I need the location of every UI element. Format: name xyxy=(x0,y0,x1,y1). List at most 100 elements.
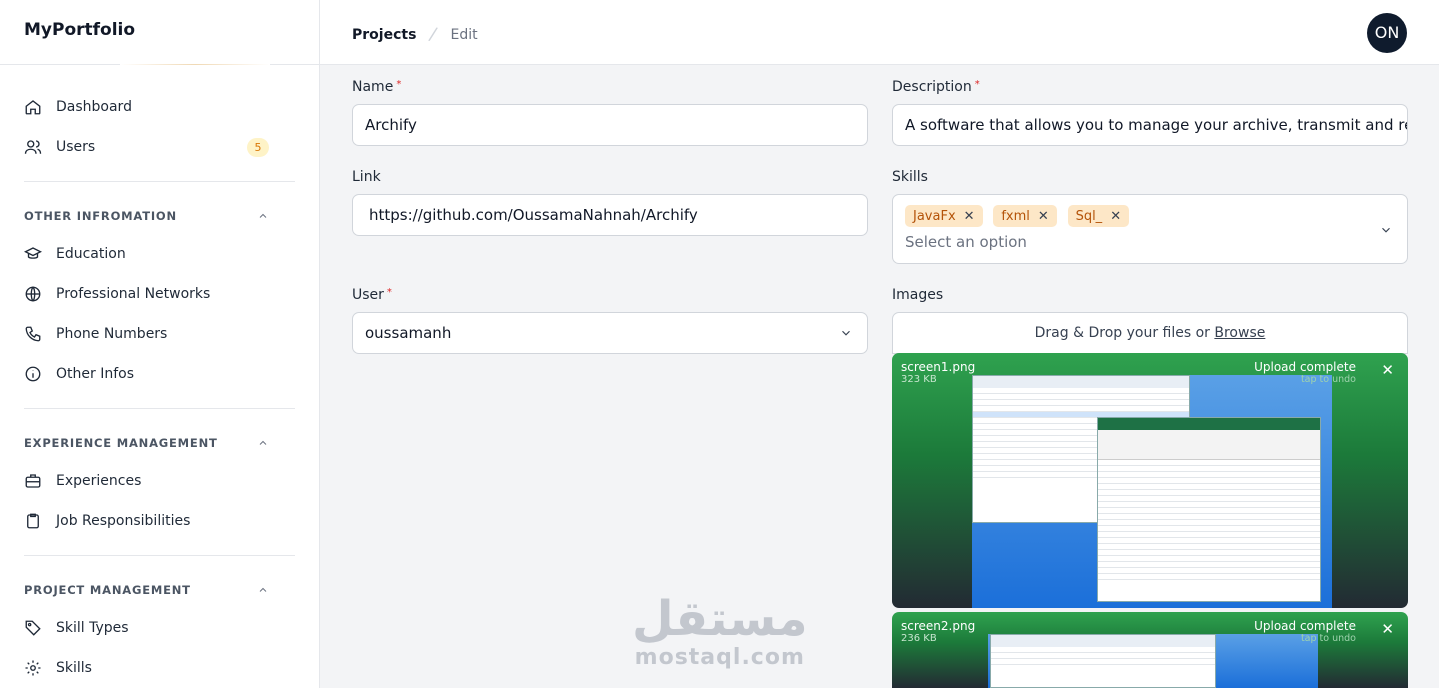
sidebar-item-experiences[interactable]: Experiences xyxy=(24,461,295,501)
undo-link[interactable]: tap to undo xyxy=(1301,633,1356,644)
clipboard-icon xyxy=(27,513,39,529)
sidebar-item-label: Skill Types xyxy=(56,620,129,636)
watermark-latin: mostaql.com xyxy=(634,645,805,670)
brand-logo[interactable]: MyPortfolio xyxy=(0,0,319,65)
sidebar-item-label: Dashboard xyxy=(56,99,132,115)
tag-icon xyxy=(25,620,41,636)
name-input[interactable]: Archify xyxy=(352,104,868,146)
watermark-arabic: مستقل xyxy=(632,591,808,647)
skills-multiselect[interactable]: JavaFx ✕ fxml ✕ Sql_ ✕ Select an option xyxy=(892,194,1408,264)
group-title-other-information[interactable]: OTHER INFROMATION xyxy=(24,198,295,234)
group-title-label: PROJECT MANAGEMENT xyxy=(24,583,191,597)
file-name: screen1.png xyxy=(901,360,976,374)
user-field: User * oussamanh xyxy=(352,287,868,354)
sidebar-nav: Dashboard Users 5 OTHER INFROMATION Educ… xyxy=(0,65,319,688)
sidebar-item-label: Phone Numbers xyxy=(56,326,168,342)
breadcrumb-edit: Edit xyxy=(450,26,478,43)
sidebar-item-label: Users xyxy=(56,139,96,155)
remove-tag-icon[interactable]: ✕ xyxy=(1038,209,1049,224)
sidebar-item-label: Other Infos xyxy=(56,366,134,382)
file-size: 236 KB xyxy=(901,633,937,644)
scrollbar[interactable] xyxy=(1431,65,1439,688)
chevron-down-icon[interactable] xyxy=(839,326,853,340)
user-avatar[interactable]: ON xyxy=(1367,13,1407,53)
sidebar-item-job-responsibilities[interactable]: Job Responsibilities xyxy=(24,501,295,541)
name-field: Name * Archify xyxy=(352,79,868,146)
file-preview-image xyxy=(988,634,1318,688)
remove-file-icon[interactable]: ✕ xyxy=(1381,620,1394,638)
nav-group-main: Dashboard Users 5 xyxy=(24,87,295,182)
uploaded-file-item: screen2.png 236 KB Upload complete tap t… xyxy=(892,612,1408,688)
upload-status: Upload complete xyxy=(1254,360,1356,374)
link-label: Link xyxy=(352,169,381,185)
images-label: Images xyxy=(892,287,944,303)
skill-tag: fxml ✕ xyxy=(993,205,1057,227)
images-field: Images Drag & Drop your files or Browse xyxy=(892,287,1408,354)
image-dropzone[interactable]: Drag & Drop your files or Browse xyxy=(892,312,1408,354)
sidebar-item-skills[interactable]: Skills xyxy=(24,648,295,688)
breadcrumb-projects[interactable]: Projects xyxy=(352,27,416,43)
remove-tag-icon[interactable]: ✕ xyxy=(1110,209,1121,224)
sidebar-item-label: Professional Networks xyxy=(56,286,211,302)
undo-link[interactable]: tap to undo xyxy=(1301,374,1356,385)
remove-file-icon[interactable]: ✕ xyxy=(1381,361,1394,379)
name-label: Name * xyxy=(352,79,402,95)
link-input[interactable]: https://github.com/OussamaNahnah/Archify xyxy=(352,194,868,236)
users-icon xyxy=(24,140,42,154)
breadcrumb-separator: / xyxy=(427,23,440,46)
main-content: Name * Archify Description * A software th… xyxy=(320,65,1439,688)
chevron-up-icon[interactable] xyxy=(257,437,269,449)
description-field: Description * A software that allows you … xyxy=(892,79,1408,146)
preview-window-1 xyxy=(990,634,1216,688)
sidebar-item-dashboard[interactable]: Dashboard xyxy=(24,87,295,127)
sidebar-item-label: Job Responsibilities xyxy=(56,513,191,529)
graduation-cap-icon xyxy=(24,247,42,259)
group-title-experience-management[interactable]: EXPERIENCE MANAGEMENT xyxy=(24,425,295,461)
phone-icon xyxy=(25,326,41,342)
sidebar-item-professional-networks[interactable]: Professional Networks xyxy=(24,274,295,314)
browse-link[interactable]: Browse xyxy=(1214,325,1265,341)
sidebar-item-skill-types[interactable]: Skill Types xyxy=(24,608,295,648)
sidebar-item-phone-numbers[interactable]: Phone Numbers xyxy=(24,314,295,354)
user-select[interactable]: oussamanh xyxy=(352,312,868,354)
skills-label: Skills xyxy=(892,169,928,185)
info-icon xyxy=(25,366,41,382)
preview-window-2 xyxy=(1097,417,1321,602)
link-field: Link https://github.com/OussamaNahnah/Ar… xyxy=(352,169,868,236)
uploaded-file-item: screen1.png 323 KB Upload complete tap t… xyxy=(892,353,1408,608)
file-name: screen2.png xyxy=(901,619,976,633)
chevron-down-icon[interactable] xyxy=(1379,223,1393,237)
file-size: 323 KB xyxy=(901,374,937,385)
sidebar-item-label: Experiences xyxy=(56,473,142,489)
skill-tag: Sql_ ✕ xyxy=(1067,205,1130,227)
sidebar-item-label: Education xyxy=(56,246,126,262)
sidebar-item-users[interactable]: Users 5 xyxy=(24,127,295,167)
user-select-value: oussamanh xyxy=(365,324,452,342)
remove-tag-icon[interactable]: ✕ xyxy=(964,209,975,224)
watermark: مستقل mostaql.com xyxy=(632,593,808,670)
top-bar: Projects / Edit ON xyxy=(320,0,1439,65)
dropzone-text: Drag & Drop your files or xyxy=(1034,325,1210,341)
description-input[interactable]: A software that allows you to manage you… xyxy=(892,104,1408,146)
skills-placeholder[interactable]: Select an option xyxy=(905,233,1395,251)
sidebar-item-education[interactable]: Education xyxy=(24,234,295,274)
breadcrumb: Projects / Edit xyxy=(352,23,478,46)
home-icon xyxy=(25,100,41,115)
group-title-label: OTHER INFROMATION xyxy=(24,209,177,223)
chevron-up-icon[interactable] xyxy=(257,210,269,222)
skills-tags: JavaFx ✕ fxml ✕ Sql_ ✕ xyxy=(905,205,1395,227)
group-title-project-management[interactable]: PROJECT MANAGEMENT xyxy=(24,572,295,608)
description-label: Description * xyxy=(892,79,980,95)
nav-group-other-information: OTHER INFROMATION Education Professional… xyxy=(24,198,295,409)
file-preview-image xyxy=(972,375,1332,608)
sidebar-item-other-infos[interactable]: Other Infos xyxy=(24,354,295,394)
skills-field: Skills JavaFx ✕ fxml ✕ Sql_ ✕ Select an opt… xyxy=(892,169,1408,264)
briefcase-icon xyxy=(25,474,41,488)
chevron-up-icon[interactable] xyxy=(257,584,269,596)
sidebar-item-label: Skills xyxy=(56,660,92,676)
sidebar: MyPortfolio Dashboard Users 5 OTHER INFR… xyxy=(0,0,320,688)
skill-tag: JavaFx ✕ xyxy=(905,205,983,227)
group-title-label: EXPERIENCE MANAGEMENT xyxy=(24,436,218,450)
gear-icon xyxy=(25,660,41,676)
nav-group-project-management: PROJECT MANAGEMENT Skill Types Skills xyxy=(24,572,295,688)
